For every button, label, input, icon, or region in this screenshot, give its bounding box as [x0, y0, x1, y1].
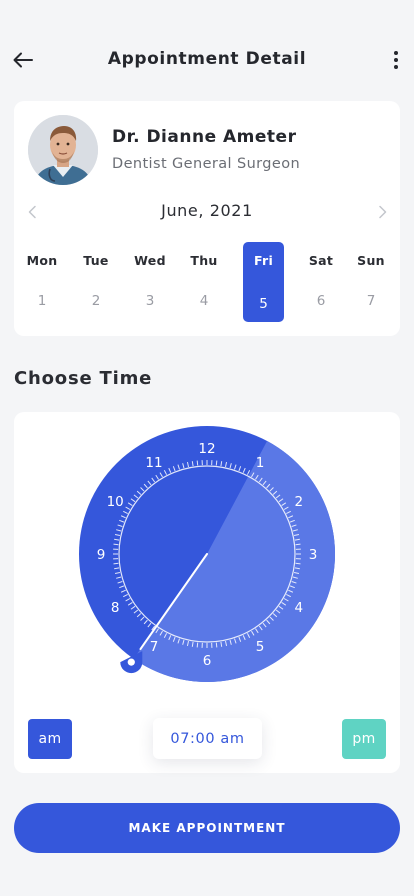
day-name: Sun — [357, 253, 385, 268]
chevron-right-icon — [379, 205, 387, 219]
clock-face[interactable]: 121234567891011 — [14, 412, 400, 712]
week-days: Mon 1 Tue 2 Wed 3 Thu 4 Fri 5 Sat 6 Sun … — [14, 242, 400, 322]
day-name: Wed — [134, 253, 166, 268]
clock-tick — [196, 642, 199, 648]
day-number: 5 — [259, 296, 268, 312]
day-thu[interactable]: Thu 4 — [182, 242, 226, 322]
day-name: Sat — [308, 253, 334, 268]
clock-card: 12 1 2 3 4 5 6 7 8 9 10 11 am 07:00 am pm — [14, 412, 400, 773]
doctor-name: Dr. Dianne Ameter — [112, 127, 297, 147]
clock-number[interactable]: 5 — [256, 639, 265, 655]
day-number: 7 — [366, 293, 376, 309]
day-number: 3 — [145, 293, 155, 309]
make-appointment-button[interactable]: MAKE APPOINTMENT — [14, 803, 400, 853]
day-mon[interactable]: Mon 1 — [20, 242, 64, 322]
day-name: Tue — [83, 253, 109, 268]
clock-tick — [215, 460, 218, 466]
more-options-button[interactable] — [386, 47, 406, 73]
clock-number[interactable]: 11 — [145, 455, 162, 471]
clock-number[interactable]: 12 — [198, 441, 215, 457]
doctor-card: Dr. Dianne Ameter Dentist General Surgeo… — [14, 101, 400, 336]
clock-number[interactable]: 3 — [309, 547, 318, 563]
day-name: Mon — [26, 253, 58, 268]
clock-number[interactable]: 9 — [97, 547, 106, 563]
day-number: 4 — [199, 293, 209, 309]
day-sun[interactable]: Sun 7 — [349, 242, 393, 322]
page-title: Appointment Detail — [107, 49, 307, 69]
clock-tick — [295, 543, 301, 546]
month-selector: June, 2021 — [14, 201, 400, 223]
clock-number[interactable]: 7 — [150, 639, 159, 655]
day-number: 1 — [37, 293, 47, 309]
clock-number[interactable]: 1 — [256, 455, 265, 471]
day-sat[interactable]: Sat 6 — [299, 242, 343, 322]
more-vertical-icon — [394, 51, 398, 55]
doctor-avatar-image — [28, 115, 98, 185]
day-name: Fri — [253, 253, 274, 268]
day-tue[interactable]: Tue 2 — [74, 242, 118, 322]
clock-tick — [215, 642, 218, 648]
day-fri-selected[interactable]: Fri 5 — [243, 242, 284, 322]
day-number: 6 — [316, 293, 326, 309]
month-label: June, 2021 — [161, 201, 253, 220]
day-number: 2 — [91, 293, 101, 309]
doctor-role: Dentist General Surgeon — [112, 156, 301, 172]
next-month-button[interactable] — [374, 203, 392, 221]
clock-number[interactable]: 2 — [295, 494, 304, 510]
clock-number[interactable]: 10 — [107, 494, 124, 510]
am-button[interactable]: am — [28, 719, 72, 759]
clock-number[interactable]: 8 — [111, 600, 120, 616]
day-name: Thu — [190, 253, 218, 268]
doctor-avatar — [28, 115, 98, 185]
clock-tick — [113, 543, 119, 546]
clock-tick — [196, 460, 199, 466]
section-title-choose-time: Choose Time — [14, 368, 153, 389]
clock-tick — [113, 562, 119, 565]
selected-time-display: 07:00 am — [153, 718, 262, 759]
pm-button[interactable]: pm — [342, 719, 386, 759]
clock-handle-dot — [127, 658, 135, 666]
clock-tick — [295, 562, 301, 565]
clock-number[interactable]: 4 — [295, 600, 304, 616]
clock-number[interactable]: 6 — [203, 653, 212, 669]
day-wed[interactable]: Wed 3 — [128, 242, 172, 322]
